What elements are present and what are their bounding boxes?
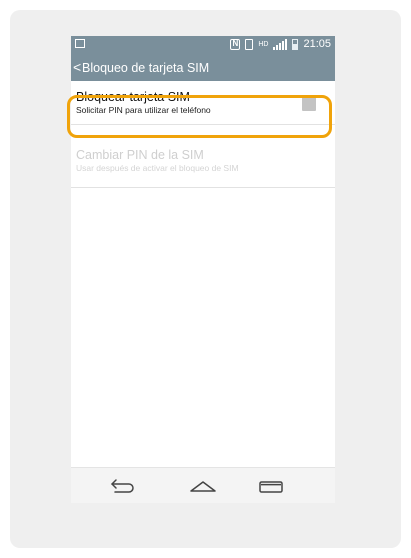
back-chevron-icon[interactable]: < xyxy=(73,59,81,75)
back-icon[interactable] xyxy=(109,476,137,496)
home-icon[interactable] xyxy=(189,476,217,496)
status-bar: N HD 21:05 xyxy=(71,36,335,54)
action-bar: < Bloqueo de tarjeta SIM xyxy=(71,54,335,81)
highlight-outline xyxy=(67,95,332,138)
navigation-bar xyxy=(71,467,335,503)
nfc-icon: N xyxy=(230,38,241,50)
signal-icon xyxy=(273,38,288,50)
page-title: Bloqueo de tarjeta SIM xyxy=(82,61,210,75)
battery-icon xyxy=(292,38,299,50)
pref-change-pin-title: Cambiar PIN de la SIM xyxy=(76,148,204,162)
status-icons: N HD 21:05 xyxy=(230,38,331,50)
pref-change-pin-summary: Usar después de activar el bloqueo de SI… xyxy=(76,163,239,173)
recent-apps-icon[interactable] xyxy=(257,476,285,496)
clock: 21:05 xyxy=(303,38,331,50)
pref-change-pin: Cambiar PIN de la SIM Usar después de ac… xyxy=(71,142,335,188)
sim-icon xyxy=(245,38,254,50)
picture-icon xyxy=(75,39,85,48)
hd-icon: HD xyxy=(258,40,269,48)
